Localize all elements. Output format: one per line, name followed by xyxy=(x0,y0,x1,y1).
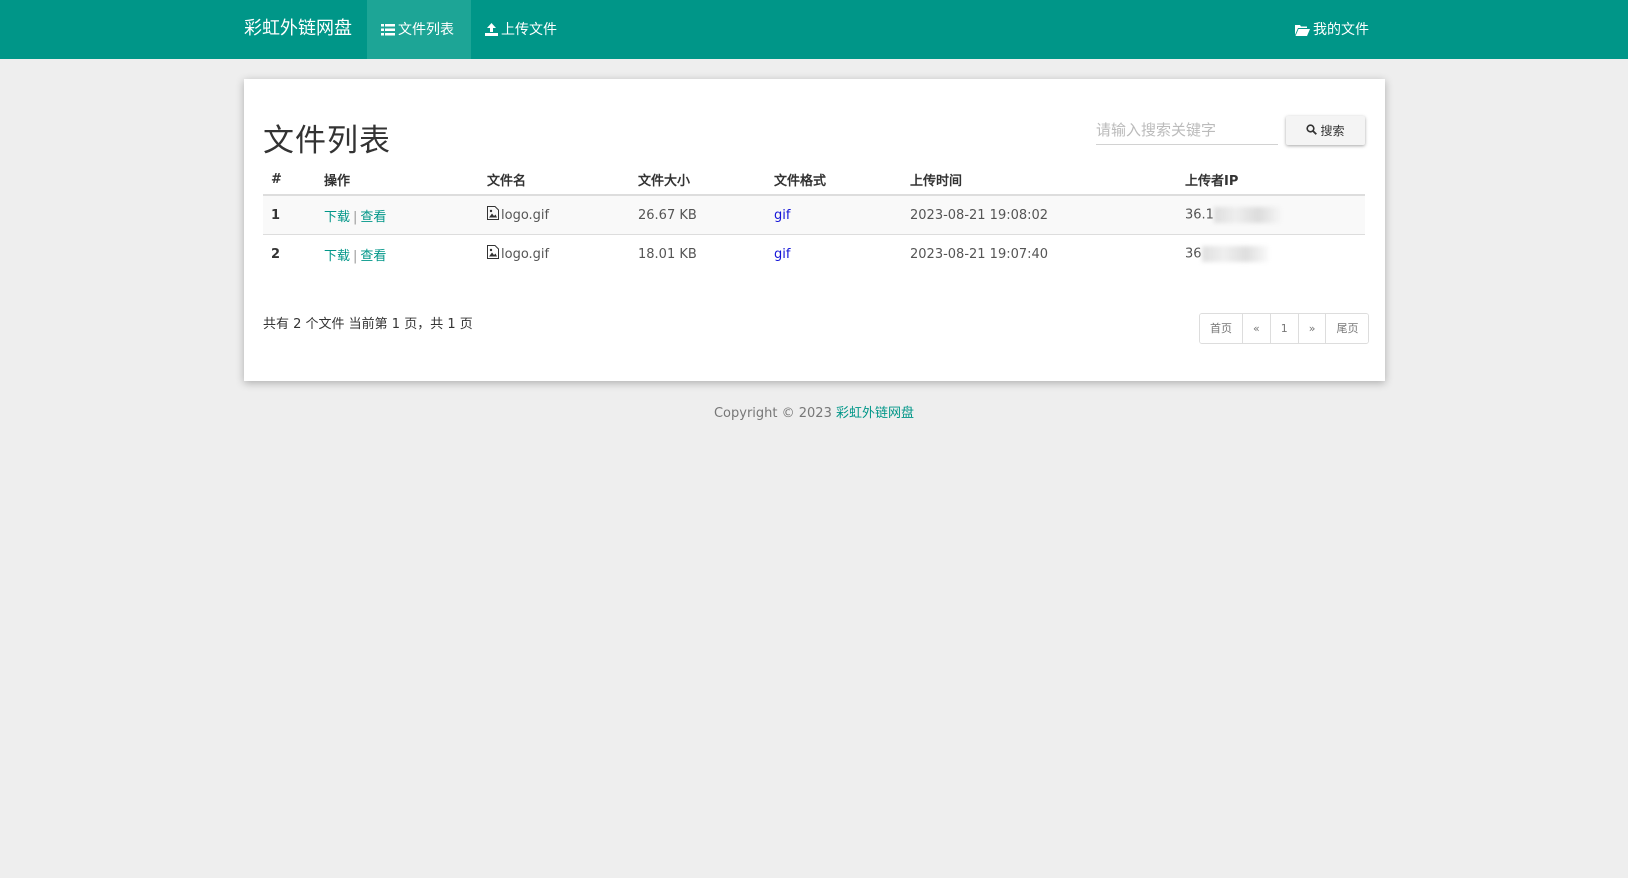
ip-text: 36.1 xyxy=(1185,207,1214,223)
page-first-button[interactable]: 首页 xyxy=(1200,314,1243,343)
col-actions: 操作 xyxy=(316,165,479,196)
filename-text: logo.gif xyxy=(501,207,550,223)
top-navbar: 彩虹外链网盘 文件列表 上传文件 我的文件 xyxy=(0,0,1628,59)
page-number-button[interactable]: 1 xyxy=(1270,314,1299,343)
redacted-ip-blur xyxy=(1201,246,1268,262)
row-actions: 下载 | 查看 xyxy=(316,194,479,235)
row-index: 1 xyxy=(263,194,316,235)
nav-my-files[interactable]: 我的文件 xyxy=(1281,0,1383,59)
row-size: 18.01 KB xyxy=(630,234,766,273)
nav-file-list-label: 文件列表 xyxy=(398,21,454,38)
page-last-button[interactable]: 尾页 xyxy=(1326,314,1369,343)
image-file-icon xyxy=(487,245,499,263)
row-uploader-ip: 36.1 xyxy=(1177,194,1365,235)
row-format: gif xyxy=(766,194,902,235)
file-table: # 操作 文件名 文件大小 文件格式 上传时间 上传者IP 1 下载|查看 xyxy=(263,165,1365,273)
format-link[interactable]: gif xyxy=(774,208,790,223)
row-index: 2 xyxy=(263,234,316,273)
nav-file-list[interactable]: 文件列表 xyxy=(367,0,471,59)
col-filename: 文件名 xyxy=(479,165,630,196)
folder-open-icon xyxy=(1295,24,1310,36)
col-size: 文件大小 xyxy=(630,165,766,196)
row-filename: logo.gif xyxy=(479,234,630,273)
search-icon xyxy=(1306,123,1318,138)
footer-site-link[interactable]: 彩虹外链网盘 xyxy=(836,406,914,421)
list-icon xyxy=(381,23,395,36)
file-list-panel: 文件列表 搜索 # 操作 文件名 文件大小 文件格式 上传时间 上传者IP 1 … xyxy=(244,79,1385,381)
page-prev-button[interactable]: « xyxy=(1243,314,1271,343)
nav-upload[interactable]: 上传文件 xyxy=(471,0,571,59)
pagination: 首页 « 1 » 尾页 xyxy=(1199,313,1370,344)
col-uploader-ip: 上传者IP xyxy=(1177,165,1365,196)
brand-title[interactable]: 彩虹外链网盘 xyxy=(244,0,352,59)
download-link[interactable]: 下载 xyxy=(324,249,350,264)
ip-text: 36 xyxy=(1185,246,1202,262)
row-upload-time: 2023-08-21 19:08:02 xyxy=(902,194,1177,235)
upload-icon xyxy=(485,23,498,36)
action-separator: | xyxy=(353,209,358,225)
footer: Copyright © 2023 彩虹外链网盘 xyxy=(0,402,1628,421)
redacted-ip-blur xyxy=(1213,207,1280,223)
nav-upload-label: 上传文件 xyxy=(501,21,557,38)
page-next-button[interactable]: » xyxy=(1298,314,1327,343)
file-count-summary: 共有 2 个文件 当前第 1 页，共 1 页 xyxy=(263,317,473,332)
view-link[interactable]: 查看 xyxy=(360,249,386,264)
view-link[interactable]: 查看 xyxy=(360,210,386,225)
page-title: 文件列表 xyxy=(263,123,391,159)
table-header-row: # 操作 文件名 文件大小 文件格式 上传时间 上传者IP xyxy=(263,165,1365,196)
row-actions: 下载 | 查看 xyxy=(316,234,479,273)
row-uploader-ip: 36 xyxy=(1177,234,1365,273)
image-file-icon xyxy=(487,206,499,224)
col-index: # xyxy=(263,165,316,196)
filename-text: logo.gif xyxy=(501,246,550,262)
row-size: 26.67 KB xyxy=(630,194,766,235)
row-filename: logo.gif xyxy=(479,194,630,235)
table-row: 1 下载 | 查看 logo.gif 26.67 KB gif 2023-08-21… xyxy=(263,194,1365,235)
nav-my-files-label: 我的文件 xyxy=(1313,21,1369,38)
table-row: 2 下载 | 查看 logo.gif 18.01 KB gif 2023-08-21… xyxy=(263,234,1365,273)
action-separator: | xyxy=(353,248,358,264)
row-format: gif xyxy=(766,234,902,273)
search-button[interactable]: 搜索 xyxy=(1286,116,1365,145)
download-link[interactable]: 下载 xyxy=(324,210,350,225)
footer-copyright: Copyright © 2023 xyxy=(713,406,836,421)
search-button-label: 搜索 xyxy=(1320,124,1345,138)
format-link[interactable]: gif xyxy=(774,247,790,262)
row-upload-time: 2023-08-21 19:07:40 xyxy=(902,234,1177,273)
search-input[interactable] xyxy=(1096,115,1278,145)
col-upload-time: 上传时间 xyxy=(902,165,1177,196)
col-format: 文件格式 xyxy=(766,165,902,196)
